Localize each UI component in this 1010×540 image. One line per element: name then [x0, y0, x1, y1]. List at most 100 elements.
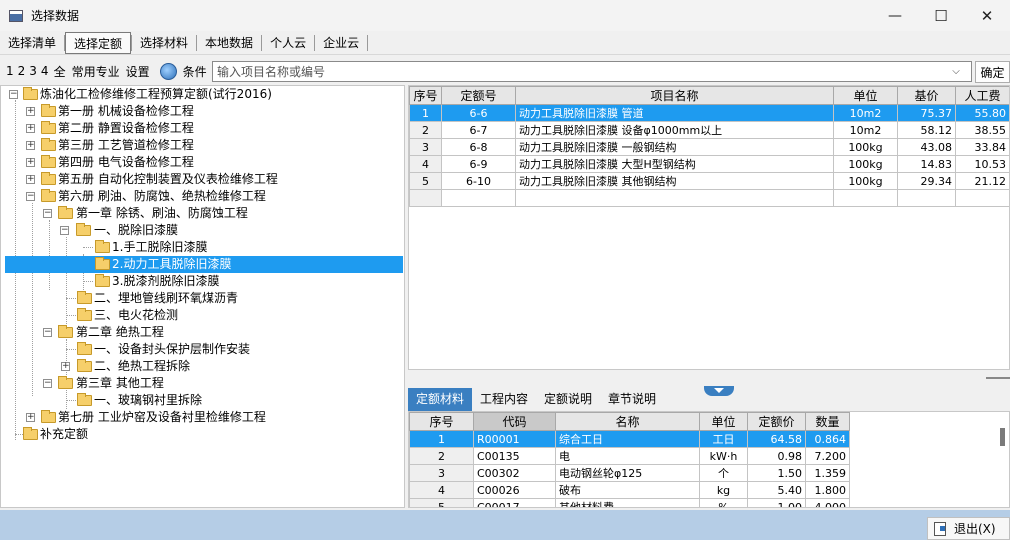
tree-node-item2-selected[interactable]: 2.动力工具脱除旧漆膜: [5, 256, 403, 273]
col-header-name[interactable]: 名称: [555, 412, 700, 431]
tree-node-book3[interactable]: + 第三册 工艺管道检修工程: [1, 137, 404, 154]
tab-quota-notes[interactable]: 定额说明: [536, 388, 600, 411]
material-unit: kW·h: [699, 447, 748, 465]
minimize-button[interactable]: —: [872, 0, 918, 31]
expand-toggle-icon[interactable]: +: [26, 175, 35, 184]
tab-chapter-notes[interactable]: 章节说明: [600, 388, 664, 411]
title-bar: 选择数据 — ☐ ✕: [0, 0, 1010, 31]
collapse-toggle-icon[interactable]: −: [60, 226, 69, 235]
tree-node-chapter3[interactable]: − 第三章 其他工程: [1, 375, 404, 392]
table-row[interactable]: 5 C00017 其他材料费 % 1.00 4.000: [409, 498, 850, 507]
collapse-toggle-icon[interactable]: −: [43, 209, 52, 218]
tree-node-chapter1[interactable]: − 第一章 除锈、刷油、防腐蚀工程: [1, 205, 404, 222]
splitter-grip[interactable]: [986, 377, 1010, 379]
level-1-button[interactable]: 1: [6, 64, 14, 78]
tree-node-label: 第七册 工业炉窑及设备衬里检维修工程: [58, 410, 266, 424]
tree-node-book1[interactable]: + 第一册 机械设备检修工程: [1, 103, 404, 120]
expand-toggle-icon[interactable]: +: [61, 362, 70, 371]
tree-node-book7[interactable]: + 第七册 工业炉窑及设备衬里检维修工程: [1, 409, 404, 426]
collapse-toggle-icon[interactable]: −: [9, 90, 18, 99]
quota-unit: 10m2: [833, 104, 898, 122]
tab-select-material[interactable]: 选择材料: [132, 32, 196, 54]
tab-quota-materials[interactable]: 定额材料: [408, 388, 473, 411]
tree-node-section2[interactable]: 二、埋地管线刷环氧煤沥青: [1, 290, 404, 307]
material-name: 综合工日: [555, 430, 700, 448]
col-header-unit[interactable]: 单位: [833, 86, 898, 105]
level-all-button[interactable]: 全: [54, 63, 66, 80]
col-header-quantity[interactable]: 数量: [805, 412, 850, 431]
tree-node-section3[interactable]: 三、电火花检测: [1, 307, 404, 324]
expand-toggle-icon[interactable]: +: [26, 124, 35, 133]
table-row[interactable]: 5 6-10 动力工具脱除旧漆膜 其他钢结构 100kg 29.34 21.12: [409, 172, 1009, 190]
tree-node-item1[interactable]: 1.手工脱除旧漆膜: [1, 239, 404, 256]
empty-row[interactable]: [409, 189, 1009, 207]
confirm-button[interactable]: 确定: [975, 61, 1010, 83]
tree-node-book4[interactable]: + 第四册 电气设备检修工程: [1, 154, 404, 171]
tree-node-label: 一、玻璃钢衬里拆除: [94, 393, 203, 407]
tree-node-item3[interactable]: 3.脱漆剂脱除旧漆膜: [1, 273, 404, 290]
exit-button[interactable]: 退出(X): [927, 517, 1010, 540]
common-specialty-button[interactable]: 常用专业: [72, 63, 120, 80]
tab-enterprise-cloud[interactable]: 企业云: [315, 32, 367, 54]
expand-toggle-icon[interactable]: +: [26, 158, 35, 167]
tree-node-root[interactable]: − 炼油化工检修维修工程预算定额(试行2016): [1, 86, 404, 103]
col-header-code[interactable]: 代码: [473, 412, 556, 431]
col-header-labor-cost[interactable]: 人工费: [955, 86, 1009, 105]
material-price: 64.58: [747, 430, 806, 448]
folder-icon: [77, 308, 92, 321]
table-row[interactable]: 2 C00135 电 kW·h 0.98 7.200: [409, 447, 850, 465]
col-header-name[interactable]: 项目名称: [515, 86, 834, 105]
table-row[interactable]: 2 6-7 动力工具脱除旧漆膜 设备φ1000mm以上 10m2 58.12 3…: [409, 121, 1009, 139]
collapse-toggle-icon[interactable]: −: [43, 328, 52, 337]
level-3-button[interactable]: 3: [29, 64, 37, 78]
col-header-index[interactable]: 序号: [409, 86, 442, 105]
chevron-down-icon[interactable]: ⌵: [948, 66, 964, 77]
col-header-unit[interactable]: 单位: [699, 412, 748, 431]
col-header-index[interactable]: 序号: [409, 412, 474, 431]
expand-toggle-icon[interactable]: +: [26, 141, 35, 150]
quota-code: 6-7: [441, 121, 516, 139]
expand-toggle-icon[interactable]: +: [26, 413, 35, 422]
tab-personal-cloud[interactable]: 个人云: [262, 32, 314, 54]
tree-node-section1[interactable]: − 一、脱除旧漆膜: [1, 222, 404, 239]
tree-node-supplement[interactable]: 补充定额: [1, 426, 404, 443]
tree-node-label: 第四册 电气设备检修工程: [58, 155, 194, 169]
col-header-quota-price[interactable]: 定额价: [747, 412, 806, 431]
table-row[interactable]: 1 6-6 动力工具脱除旧漆膜 管道 10m2 75.37 55.80: [409, 104, 1009, 122]
condition-button[interactable]: 条件: [183, 63, 207, 80]
quota-name: 动力工具脱除旧漆膜 其他钢结构: [515, 172, 834, 190]
table-row[interactable]: 1 R00001 综合工日 工日 64.58 0.864: [409, 430, 850, 448]
search-input[interactable]: [213, 62, 948, 81]
tab-select-list[interactable]: 选择清单: [0, 32, 64, 54]
col-header-base-price[interactable]: 基价: [897, 86, 956, 105]
level-4-button[interactable]: 4: [41, 64, 49, 78]
tree-node-ch3-section1[interactable]: 一、玻璃钢衬里拆除: [1, 392, 404, 409]
table-row[interactable]: 3 C00302 电动钢丝轮φ125 个 1.50 1.359: [409, 464, 850, 482]
tree-node-ch2-section2[interactable]: + 二、绝热工程拆除: [1, 358, 404, 375]
vertical-scrollbar[interactable]: [1000, 428, 1005, 446]
tree-node-chapter2[interactable]: − 第二章 绝热工程: [1, 324, 404, 341]
expand-toggle-icon[interactable]: +: [26, 107, 35, 116]
table-row[interactable]: 4 6-9 动力工具脱除旧漆膜 大型H型钢结构 100kg 14.83 10.5…: [409, 155, 1009, 173]
maximize-button[interactable]: ☐: [918, 0, 964, 31]
tree-node-book6[interactable]: − 第六册 刷油、防腐蚀、绝热检维修工程: [1, 188, 404, 205]
tree-node-book5[interactable]: + 第五册 自动化控制装置及仪表检维修工程: [1, 171, 404, 188]
pane-splitter[interactable]: [408, 372, 1010, 384]
tab-local-data[interactable]: 本地数据: [197, 32, 261, 54]
table-row[interactable]: 4 C00026 破布 kg 5.40 1.800: [409, 481, 850, 499]
folder-icon: [41, 138, 56, 151]
settings-button[interactable]: 设置: [126, 63, 150, 80]
tree-node-ch2-section1[interactable]: 一、设备封头保护层制作安装: [1, 341, 404, 358]
collapse-toggle-icon[interactable]: −: [26, 192, 35, 201]
col-header-code[interactable]: 定额号: [441, 86, 516, 105]
globe-icon[interactable]: [159, 62, 177, 80]
collapse-toggle-icon[interactable]: −: [43, 379, 52, 388]
level-2-button[interactable]: 2: [18, 64, 26, 78]
tab-work-content[interactable]: 工程内容: [472, 388, 536, 411]
table-row[interactable]: 3 6-8 动力工具脱除旧漆膜 一般钢结构 100kg 43.08 33.84: [409, 138, 1009, 156]
tab-select-quota[interactable]: 选择定额: [65, 31, 132, 54]
close-button[interactable]: ✕: [964, 0, 1010, 31]
row-index: 1: [409, 430, 474, 448]
tree-node-book2[interactable]: + 第二册 静置设备检修工程: [1, 120, 404, 137]
collapse-panel-icon[interactable]: [704, 386, 734, 396]
